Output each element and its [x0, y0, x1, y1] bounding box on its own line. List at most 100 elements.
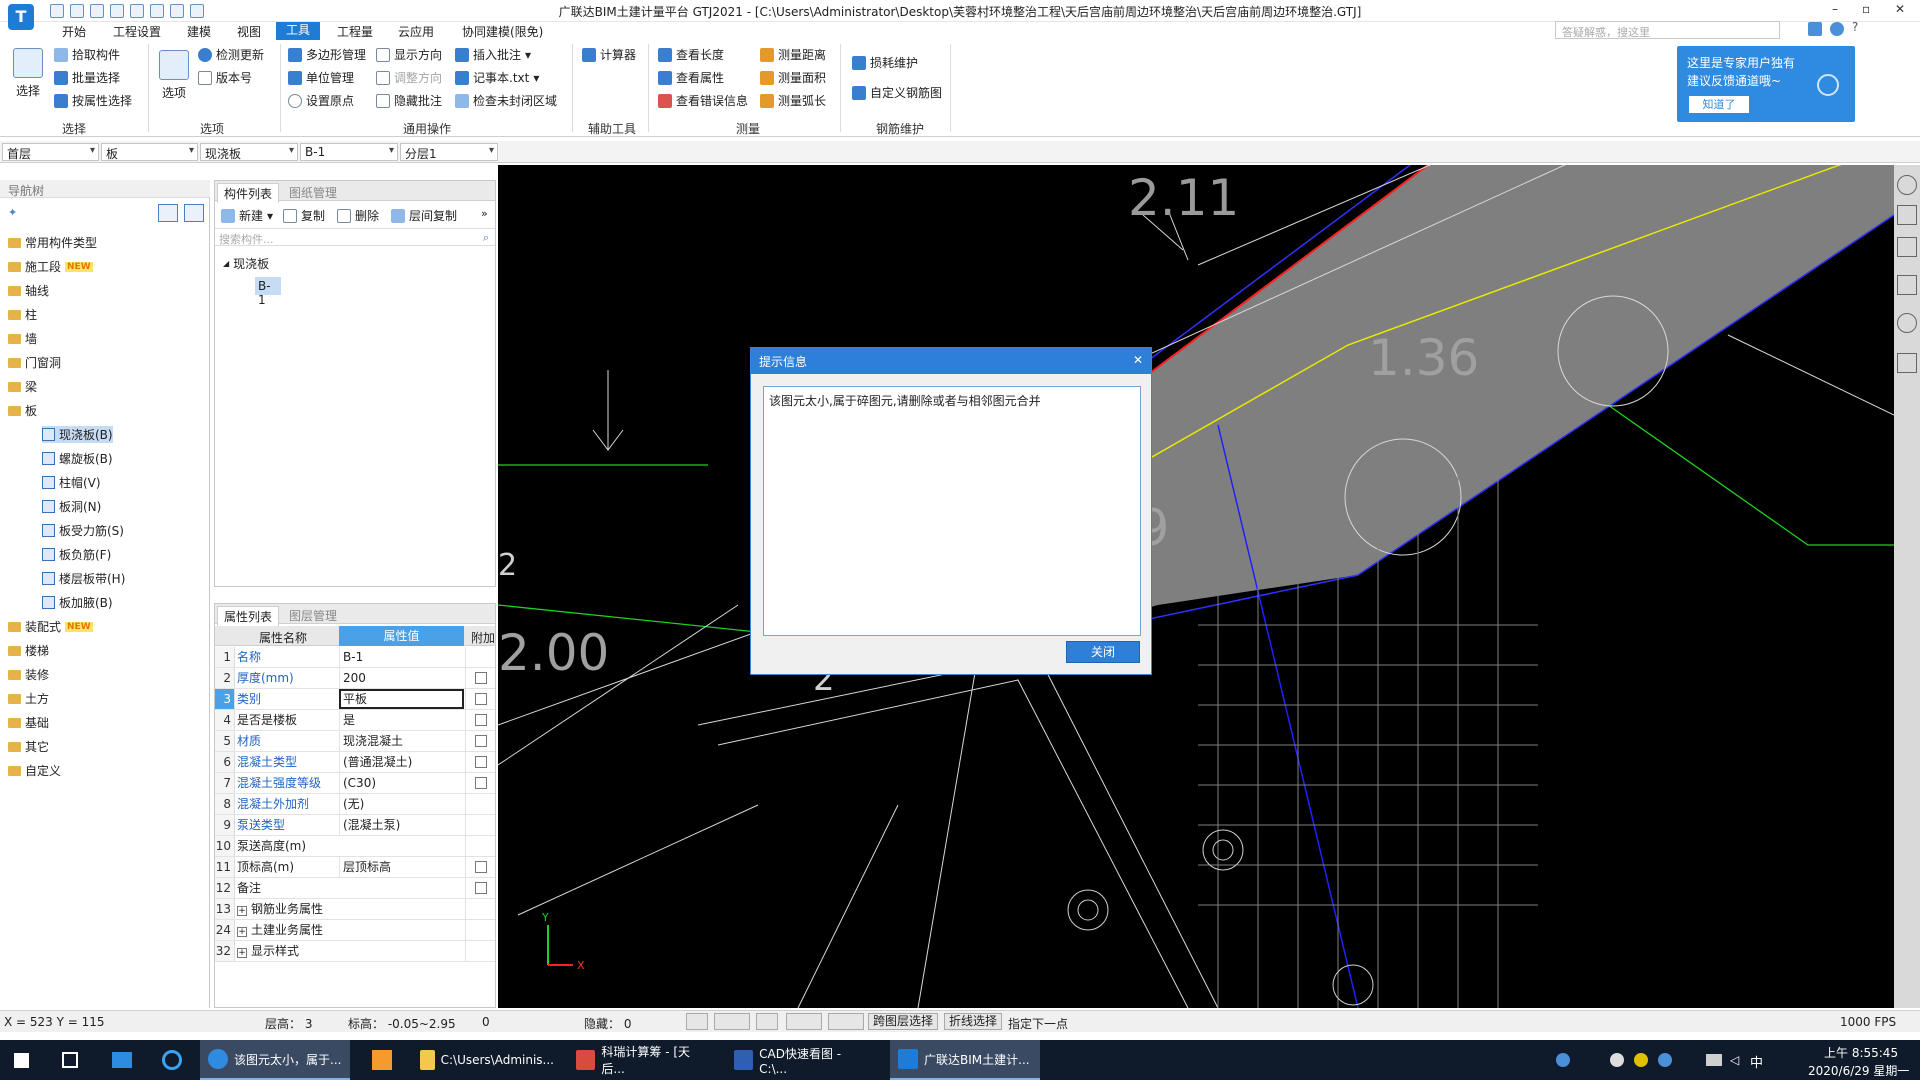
tray-icon[interactable] — [1658, 1053, 1672, 1067]
nav-item[interactable]: 门窗洞 — [8, 354, 61, 371]
taskbar-item-cad-viewer[interactable]: CAD快速看图 - C:\... — [726, 1040, 876, 1080]
component-search-input[interactable]: 搜索构件... ⌕ — [215, 228, 495, 246]
view-length-button[interactable]: 查看长度 — [658, 46, 724, 63]
maximize-button[interactable]: ▫ — [1862, 2, 1870, 16]
nav-item[interactable]: 柱 — [8, 306, 37, 323]
menu-tools[interactable]: 工具 — [276, 22, 321, 40]
attach-checkbox[interactable] — [475, 882, 487, 894]
pencil-app-icon[interactable] — [372, 1050, 392, 1070]
dialog-close-button[interactable]: 关闭 — [1066, 641, 1140, 663]
notepad-button[interactable]: 记事本.txt ▾ — [455, 69, 539, 86]
show-direction-checkbox[interactable]: 显示方向 — [376, 46, 442, 63]
property-value[interactable]: 是 — [339, 710, 464, 730]
expand-plus-icon[interactable]: + — [237, 927, 247, 937]
menu-project-settings[interactable]: 工程设置 — [113, 23, 161, 40]
set-origin-button[interactable]: 设置原点 — [288, 92, 354, 109]
top-view-icon[interactable] — [1897, 237, 1917, 257]
snap-toggle-icon[interactable] — [714, 1013, 750, 1030]
property-row[interactable]: 9 泵送类型 (混凝土泵) — [215, 815, 495, 836]
tray-icon[interactable] — [1610, 1053, 1624, 1067]
ime-indicator[interactable]: 中 — [1750, 1052, 1763, 1071]
property-row[interactable]: 4 是否是楼板 是 — [215, 710, 495, 731]
property-row[interactable]: 3 类别 平板 — [215, 689, 495, 710]
nav-item[interactable]: 其它 — [8, 738, 49, 755]
tray-icon[interactable] — [1556, 1053, 1570, 1067]
measure-distance-button[interactable]: 测量距离 — [760, 46, 826, 63]
minimize-button[interactable]: – — [1832, 2, 1838, 16]
cad-drawing-canvas[interactable]: Y X 2.11 1.36 1.39 3 2 2.00 2 — [498, 165, 1894, 1008]
tab-drawing-manage[interactable]: 图纸管理 — [283, 183, 343, 202]
property-row[interactable]: 12 备注 — [215, 878, 495, 899]
view-attribute-button[interactable]: 查看属性 — [658, 69, 724, 86]
nav-item[interactable]: 基础 — [8, 714, 49, 731]
nav-item[interactable]: 施工段 NEW — [8, 258, 93, 275]
nav-sub-item[interactable]: 板负筋(F) — [42, 546, 111, 563]
rotate-icon[interactable] — [1897, 313, 1917, 333]
attach-checkbox[interactable] — [475, 861, 487, 873]
check-update-button[interactable]: 检测更新 — [198, 46, 264, 63]
cross-toggle-icon[interactable] — [756, 1013, 778, 1030]
expand-plus-icon[interactable]: + — [237, 906, 247, 916]
windows-start-icon[interactable] — [14, 1053, 29, 1068]
property-value[interactable]: 现浇混凝土 — [339, 731, 464, 751]
select-by-attribute-button[interactable]: 按属性选择 — [54, 92, 132, 109]
calculator-button[interactable]: 计算器 — [582, 46, 636, 63]
measure-arc-button[interactable]: 测量弧长 — [760, 92, 826, 109]
3d-view-icon[interactable] — [1897, 205, 1917, 225]
property-value[interactable]: 层顶标高 — [339, 857, 464, 877]
close-window-button[interactable]: ✕ — [1895, 2, 1905, 16]
property-row[interactable]: 11 顶标高(m) 层顶标高 — [215, 857, 495, 878]
nav-item[interactable]: 装修 — [8, 666, 49, 683]
nav-sub-item[interactable]: 板受力筋(S) — [42, 522, 124, 539]
nav-sub-item[interactable]: 板加腋(B) — [42, 594, 113, 611]
tab-layer-manage[interactable]: 图层管理 — [283, 606, 343, 625]
menu-quantities[interactable]: 工程量 — [337, 23, 373, 40]
menu-collab[interactable]: 协同建模(限免) — [462, 23, 543, 40]
property-value[interactable]: (混凝土泵) — [339, 815, 464, 835]
pin-icon[interactable]: ✦ — [8, 206, 17, 219]
nav-item[interactable]: 梁 — [8, 378, 37, 395]
copy-component-button[interactable]: 复制 — [283, 207, 325, 224]
nav-sub-item[interactable]: 楼层板带(H) — [42, 570, 125, 587]
property-row[interactable]: 32 + 显示样式 — [215, 941, 495, 962]
grid-view-icon[interactable] — [184, 204, 204, 222]
layer-select[interactable]: 分层1 — [400, 143, 498, 161]
attach-checkbox[interactable] — [475, 756, 487, 768]
nav-item[interactable]: 墙 — [8, 330, 37, 347]
property-row[interactable]: 13 + 钢筋业务属性 — [215, 899, 495, 920]
view-error-info-button[interactable]: 查看错误信息 — [658, 92, 748, 109]
help-icon[interactable]: ? — [1852, 20, 1858, 34]
nav-sub-item[interactable]: 螺旋板(B) — [42, 450, 113, 467]
angle-toggle-icon[interactable] — [786, 1013, 822, 1030]
property-row[interactable]: 10 泵送高度(m) — [215, 836, 495, 857]
menu-start[interactable]: 开始 — [62, 23, 86, 40]
nav-item[interactable]: 板 — [8, 402, 37, 419]
polyline-select-button[interactable]: 折线选择 — [944, 1013, 1003, 1030]
box-view-icon[interactable] — [1897, 275, 1917, 295]
property-row[interactable]: 5 材质 现浇混凝土 — [215, 731, 495, 752]
nav-sub-item[interactable]: 柱帽(V) — [42, 474, 101, 491]
loss-maintain-button[interactable]: 损耗维护 — [852, 54, 918, 71]
task-view-icon[interactable] — [62, 1052, 78, 1068]
custom-rebar-drawing-button[interactable]: 自定义钢筋图 — [852, 84, 942, 101]
property-value[interactable]: (无) — [339, 794, 464, 814]
tab-property-list[interactable]: 属性列表 — [217, 606, 280, 626]
options-big-button[interactable]: 选项 — [154, 50, 194, 101]
property-row[interactable]: 8 混凝土外加剂 (无) — [215, 794, 495, 815]
nav-item[interactable]: 装配式 NEW — [8, 618, 93, 635]
property-row[interactable]: 7 混凝土强度等级 (C30) — [215, 773, 495, 794]
category-select[interactable]: 板 — [101, 143, 198, 161]
network-icon[interactable] — [1706, 1054, 1722, 1066]
attach-checkbox[interactable] — [475, 777, 487, 789]
dialog-close-icon[interactable]: ✕ — [1133, 353, 1143, 367]
taskbar-item-dialog[interactable]: 该图元太小，属于... — [200, 1040, 350, 1080]
tree-node-cast-slab[interactable]: ◢ 现浇板 — [223, 255, 269, 272]
version-button[interactable]: 版本号 — [198, 69, 252, 86]
attach-checkbox[interactable] — [475, 672, 487, 684]
property-value[interactable]: (C30) — [339, 773, 464, 793]
property-value[interactable]: B-1 — [339, 647, 464, 667]
delete-component-button[interactable]: 删除 — [337, 207, 379, 224]
file-explorer-pinned-icon[interactable] — [112, 1052, 132, 1068]
nav-sub-item[interactable]: 现浇板(B) — [42, 426, 113, 443]
attach-checkbox[interactable] — [475, 714, 487, 726]
